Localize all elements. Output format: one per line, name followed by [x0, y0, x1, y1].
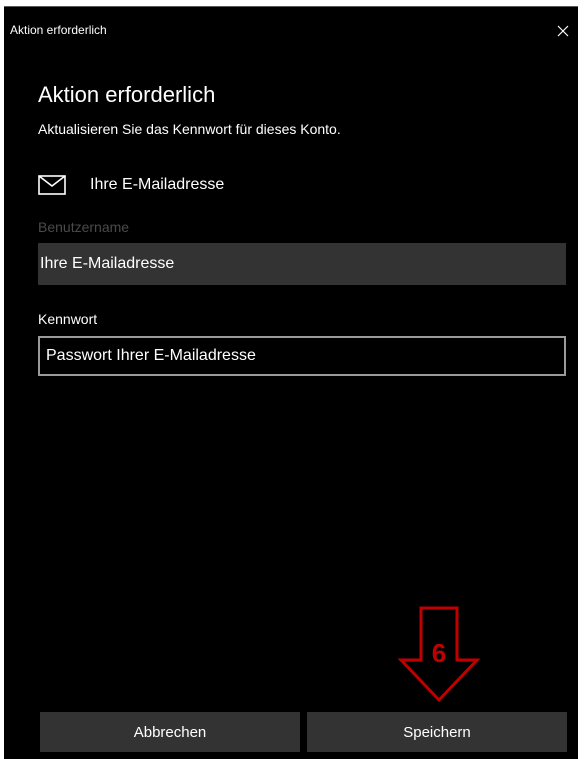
dialog-subtitle: Aktualisieren Sie das Kennwort für diese…	[38, 121, 341, 137]
username-input[interactable]	[38, 243, 566, 285]
window-title: Aktion erforderlich	[10, 23, 107, 37]
username-label: Benutzername	[38, 219, 130, 235]
window-frame-left	[0, 0, 4, 759]
dialog-heading: Aktion erforderlich	[38, 82, 216, 107]
window-frame-right	[578, 0, 584, 759]
account-email: Ihre E-Mailadresse	[90, 176, 225, 193]
dialog-window: Aktion erforderlich Aktion erforderlich …	[0, 0, 584, 759]
account-row: Ihre E-Mailadresse	[38, 172, 224, 198]
username-field[interactable]	[38, 243, 566, 285]
password-input[interactable]	[40, 338, 564, 374]
close-button[interactable]	[548, 15, 578, 47]
cancel-button[interactable]: Abbrechen	[40, 712, 300, 752]
save-button[interactable]: Speichern	[307, 712, 567, 752]
step-arrow-annotation: 6	[397, 606, 481, 703]
password-field[interactable]	[38, 336, 566, 376]
step-number: 6	[432, 638, 446, 668]
title-bar: Aktion erforderlich	[4, 7, 578, 53]
close-icon	[557, 25, 569, 37]
password-label: Kennwort	[38, 311, 98, 327]
mail-icon	[38, 175, 66, 195]
